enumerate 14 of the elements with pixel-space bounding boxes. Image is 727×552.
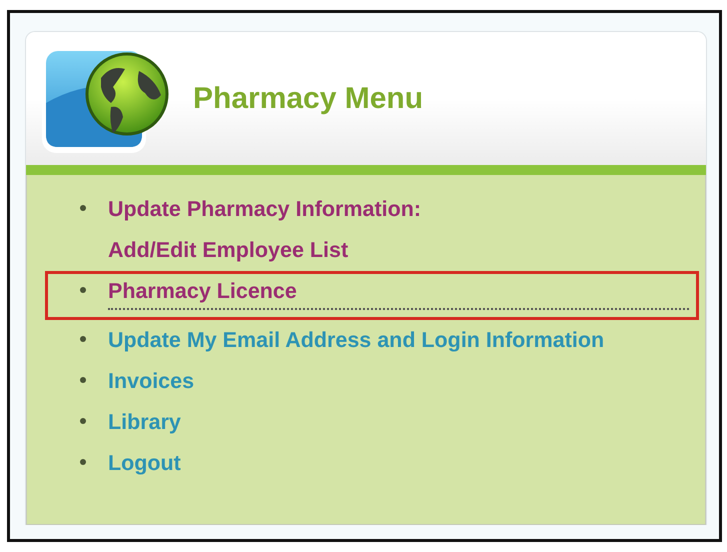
bullet-icon bbox=[80, 418, 86, 424]
menu-title: Pharmacy Menu bbox=[193, 82, 424, 116]
menu-link[interactable]: Pharmacy Licence bbox=[108, 271, 297, 312]
menu-link[interactable]: Library bbox=[108, 402, 181, 443]
menu-link[interactable]: Update My Email Address and Login Information bbox=[108, 320, 604, 361]
menu-link[interactable]: Invoices bbox=[108, 361, 194, 402]
menu-link[interactable]: Add/Edit Employee List bbox=[108, 230, 348, 271]
bullet-icon bbox=[80, 377, 86, 383]
bullet-icon bbox=[80, 287, 86, 293]
menu-link[interactable]: Update Pharmacy Information: bbox=[108, 189, 421, 230]
bullet-icon bbox=[80, 205, 86, 211]
bullet-icon bbox=[80, 336, 86, 342]
menu-link[interactable]: Logout bbox=[108, 443, 181, 484]
bullet-icon bbox=[80, 459, 86, 465]
